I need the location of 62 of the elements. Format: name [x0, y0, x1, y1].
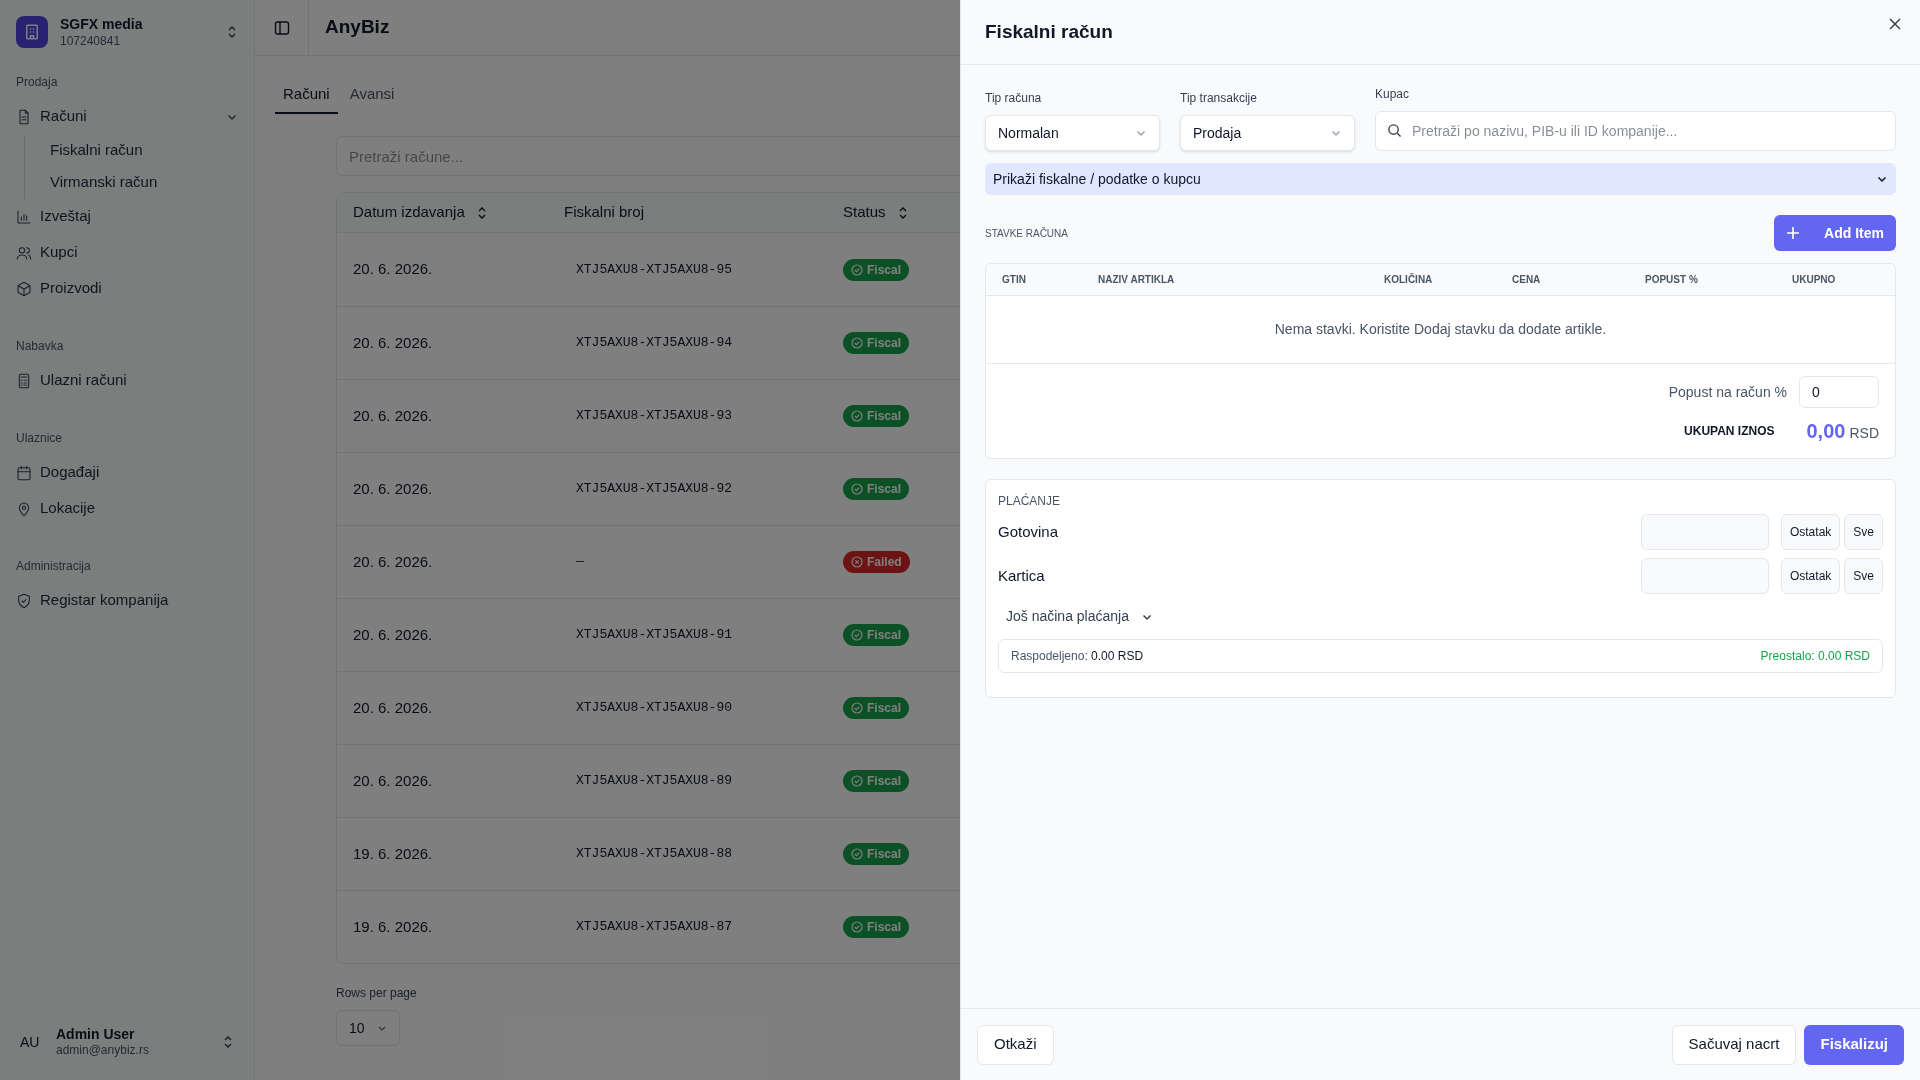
field-label: Tip računa	[985, 90, 1042, 107]
table-cell-text: XTJ5AXU8-XTJ5AXU8-88	[576, 845, 733, 864]
column-header: GTIN	[1002, 273, 1026, 287]
user-name: Admin User	[56, 1025, 136, 1044]
status-badge: Fiscal	[843, 405, 910, 427]
status-badge: Fiscal	[843, 258, 910, 281]
table-cell-text: 19. 6. 2026.	[353, 843, 433, 864]
table-cell-text: 20. 6. 2026.	[353, 259, 433, 280]
table-cell-text: 20. 6. 2026.	[353, 478, 433, 499]
table-cell-text: XTJ5AXU8-XTJ5AXU8-87	[576, 918, 733, 937]
status-badge: Fiscal	[843, 332, 910, 354]
status-badge: Fiscal	[843, 624, 910, 646]
table-cell-text: XTJ5AXU8-XTJ5AXU8-91	[576, 626, 733, 645]
user-initials: AU	[20, 1032, 41, 1052]
column-header: CENA	[1512, 273, 1541, 287]
payment-method-label: Kartica	[998, 565, 1046, 586]
column-header: NAZIV ARTIKLA	[1098, 273, 1175, 287]
payment-method-label: Gotovina	[998, 521, 1060, 542]
nav-section-title: Nabavka	[16, 337, 64, 355]
discount-label: Popust na račun %	[1668, 382, 1787, 402]
column-header: KOLIČINA	[1384, 272, 1433, 287]
status-badge: Fiscal	[843, 697, 910, 719]
column-header: Fiskalni broj	[564, 202, 645, 223]
app-title: AnyBiz	[325, 15, 390, 40]
total-label: UKUPAN IZNOS	[1684, 423, 1775, 440]
field-label: Kupac	[1375, 86, 1410, 103]
status-badge: Failed	[843, 551, 910, 573]
status-badge: Fiscal	[843, 770, 910, 792]
empty-state-text: Nema stavki. Koristite Dodaj stavku da dodate artikle.	[1274, 320, 1607, 339]
table-cell-text: 20. 6. 2026.	[353, 770, 433, 791]
section-title: PLAĆANJE	[998, 492, 1061, 510]
table-cell-text: 20. 6. 2026.	[353, 551, 433, 572]
remaining-text: Preostalo: 0.00 RSD	[1760, 648, 1870, 665]
table-cell-text: —	[576, 553, 584, 572]
table-cell-text: XTJ5AXU8-XTJ5AXU8-90	[576, 699, 733, 718]
sheet-title: Fiskalni račun	[985, 19, 1113, 44]
table-cell-text: 20. 6. 2026.	[353, 697, 433, 718]
status-badge: Fiscal	[843, 478, 910, 500]
table-cell-text: 20. 6. 2026.	[353, 624, 433, 645]
table-cell-text: 19. 6. 2026.	[353, 916, 433, 937]
organization-id: 107240841	[60, 33, 122, 49]
table-cell-text: 20. 6. 2026.	[353, 332, 433, 353]
total-amount: 0,00 RSD	[1806, 419, 1879, 444]
table-cell-text: XTJ5AXU8-XTJ5AXU8-94	[576, 334, 733, 353]
user-email: admin@anybiz.rs	[56, 1043, 150, 1059]
column-header: POPUST %	[1645, 273, 1698, 287]
allocated-text: Raspodeljeno: 0.00 RSD	[1011, 648, 1144, 665]
status-badge: Fiscal	[843, 843, 910, 865]
table-cell-text: XTJ5AXU8-XTJ5AXU8-95	[576, 260, 733, 279]
nav-section-title: Prodaja	[16, 73, 58, 91]
status-badge: Fiscal	[843, 916, 910, 938]
table-cell-text: XTJ5AXU8-XTJ5AXU8-92	[576, 480, 733, 499]
table-cell-text: XTJ5AXU8-XTJ5AXU8-89	[576, 772, 733, 791]
nav-section-title: Ulaznice	[16, 429, 63, 447]
organization-name: SGFX media	[60, 16, 144, 34]
table-cell-text: XTJ5AXU8-XTJ5AXU8-93	[576, 407, 733, 426]
field-label: Tip transakcije	[1180, 90, 1257, 107]
section-title: STAVKE RAČUNA	[985, 226, 1068, 241]
column-header: UKUPNO	[1792, 273, 1836, 287]
rows-per-page-label: Rows per page	[336, 985, 417, 1002]
table-cell-text: 20. 6. 2026.	[353, 405, 433, 426]
nav-section-title: Administracija	[16, 557, 91, 575]
